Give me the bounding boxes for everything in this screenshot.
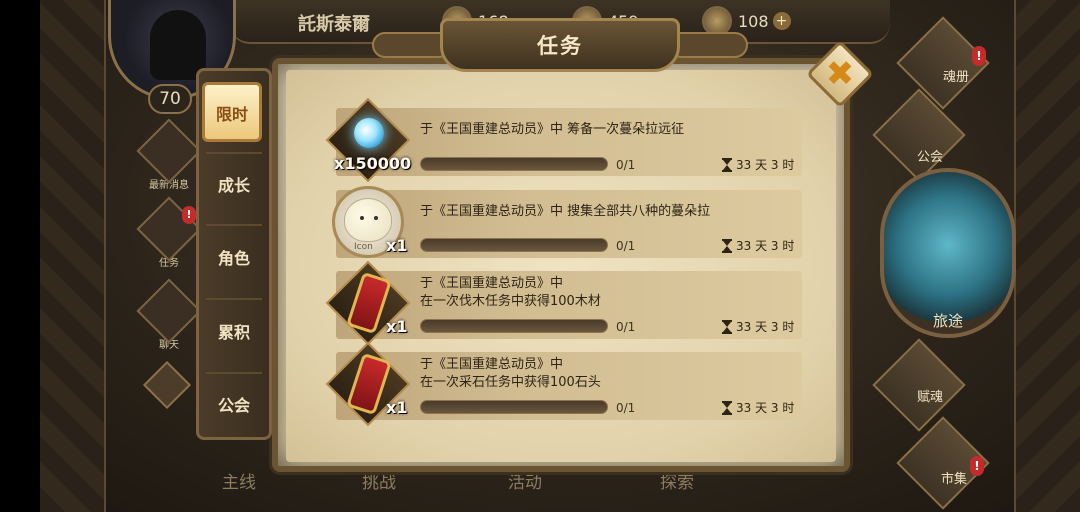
tab-cumulative[interactable]: 累积 [196,305,272,361]
reward-quantity: x1 [386,398,408,417]
soul-enchant-label: 赋魂 [916,390,943,405]
tab-character[interactable]: 角色 [196,231,272,287]
journey-label: 旅途 [932,312,963,330]
tab-guild[interactable]: 公会 [196,378,272,434]
player-level: 70 [148,84,192,114]
tab-divider [206,298,262,300]
soul-book-label: 魂册 [942,70,969,85]
progress-text: 0/1 [616,320,636,334]
close-icon[interactable]: ✖ [816,50,864,98]
reward-quantity: x1 [386,317,408,336]
time-left-text: 33 天 3 时 [736,158,795,172]
title-ornament [668,32,748,58]
chat-icon [136,278,202,344]
time-left: 33 天 3 时 [722,156,794,173]
task-title: 于《王国重建总动员》中 [420,276,564,291]
mandora-eye [374,216,378,220]
alert-badge: ! [972,46,986,66]
progress-text: 0/1 [616,158,636,172]
task-subtitle: 在一次伐木任务中获得100木材 [420,294,601,309]
tab-divider [206,224,262,226]
panel-title: 任务 [537,34,583,58]
nav-main-story[interactable]: 主线 [222,468,256,493]
alert-badge: ! [970,456,984,476]
time-left-text: 33 天 3 时 [736,401,795,415]
player-name: 託斯泰爾 [298,14,370,35]
tab-divider [206,372,262,374]
cat-icon [136,118,202,184]
letterbox-left [0,0,40,512]
spirit-orb-icon [354,118,384,148]
reward-quantity: x150000 [334,154,412,173]
hourglass-icon [722,319,732,334]
task-title: 于《王国重建总动员》中 搜集全部共八种的蔓朵拉 [420,204,711,219]
time-left-text: 33 天 3 时 [736,239,795,253]
progress-text: 0/1 [616,239,636,253]
resource-value: 108 [738,11,769,31]
tab-divider [206,152,262,154]
time-left: 33 天 3 时 [722,318,794,335]
tab-growth[interactable]: 成长 [196,158,272,214]
icon-tag: Icon [354,242,373,252]
add-stamina-button[interactable]: + [772,12,791,30]
guild-label: 公会 [916,150,943,165]
time-left: 33 天 3 时 [722,399,794,416]
progress-text: 0/1 [616,401,636,415]
left-pillar [40,0,106,512]
time-left-text: 33 天 3 时 [736,320,795,334]
task-title: 于《王国重建总动员》中 筹备一次蔓朵拉远征 [420,122,685,137]
progress-bar [420,238,608,252]
mandora-eye [360,216,364,220]
task-subtitle: 在一次采石任务中获得100石头 [420,375,601,390]
progress-bar [420,319,608,333]
mandora-icon [344,198,392,242]
progress-bar [420,157,608,171]
news-button[interactable]: 最新消息 [136,118,202,191]
alert-badge: ! [182,206,196,224]
chat-button[interactable]: 聊天 [136,278,202,351]
tab-limited[interactable]: 限时 [202,82,262,142]
hourglass-icon [722,238,732,253]
reward-quantity: x1 [386,236,408,255]
hourglass-icon [722,400,732,415]
hourglass-icon [722,157,732,172]
progress-bar [420,400,608,414]
time-left: 33 天 3 时 [722,237,794,254]
right-pillar [1014,0,1080,512]
task-title: 于《王国重建总动员》中 [420,357,564,372]
quest-button[interactable]: ! 任务 [136,196,202,269]
